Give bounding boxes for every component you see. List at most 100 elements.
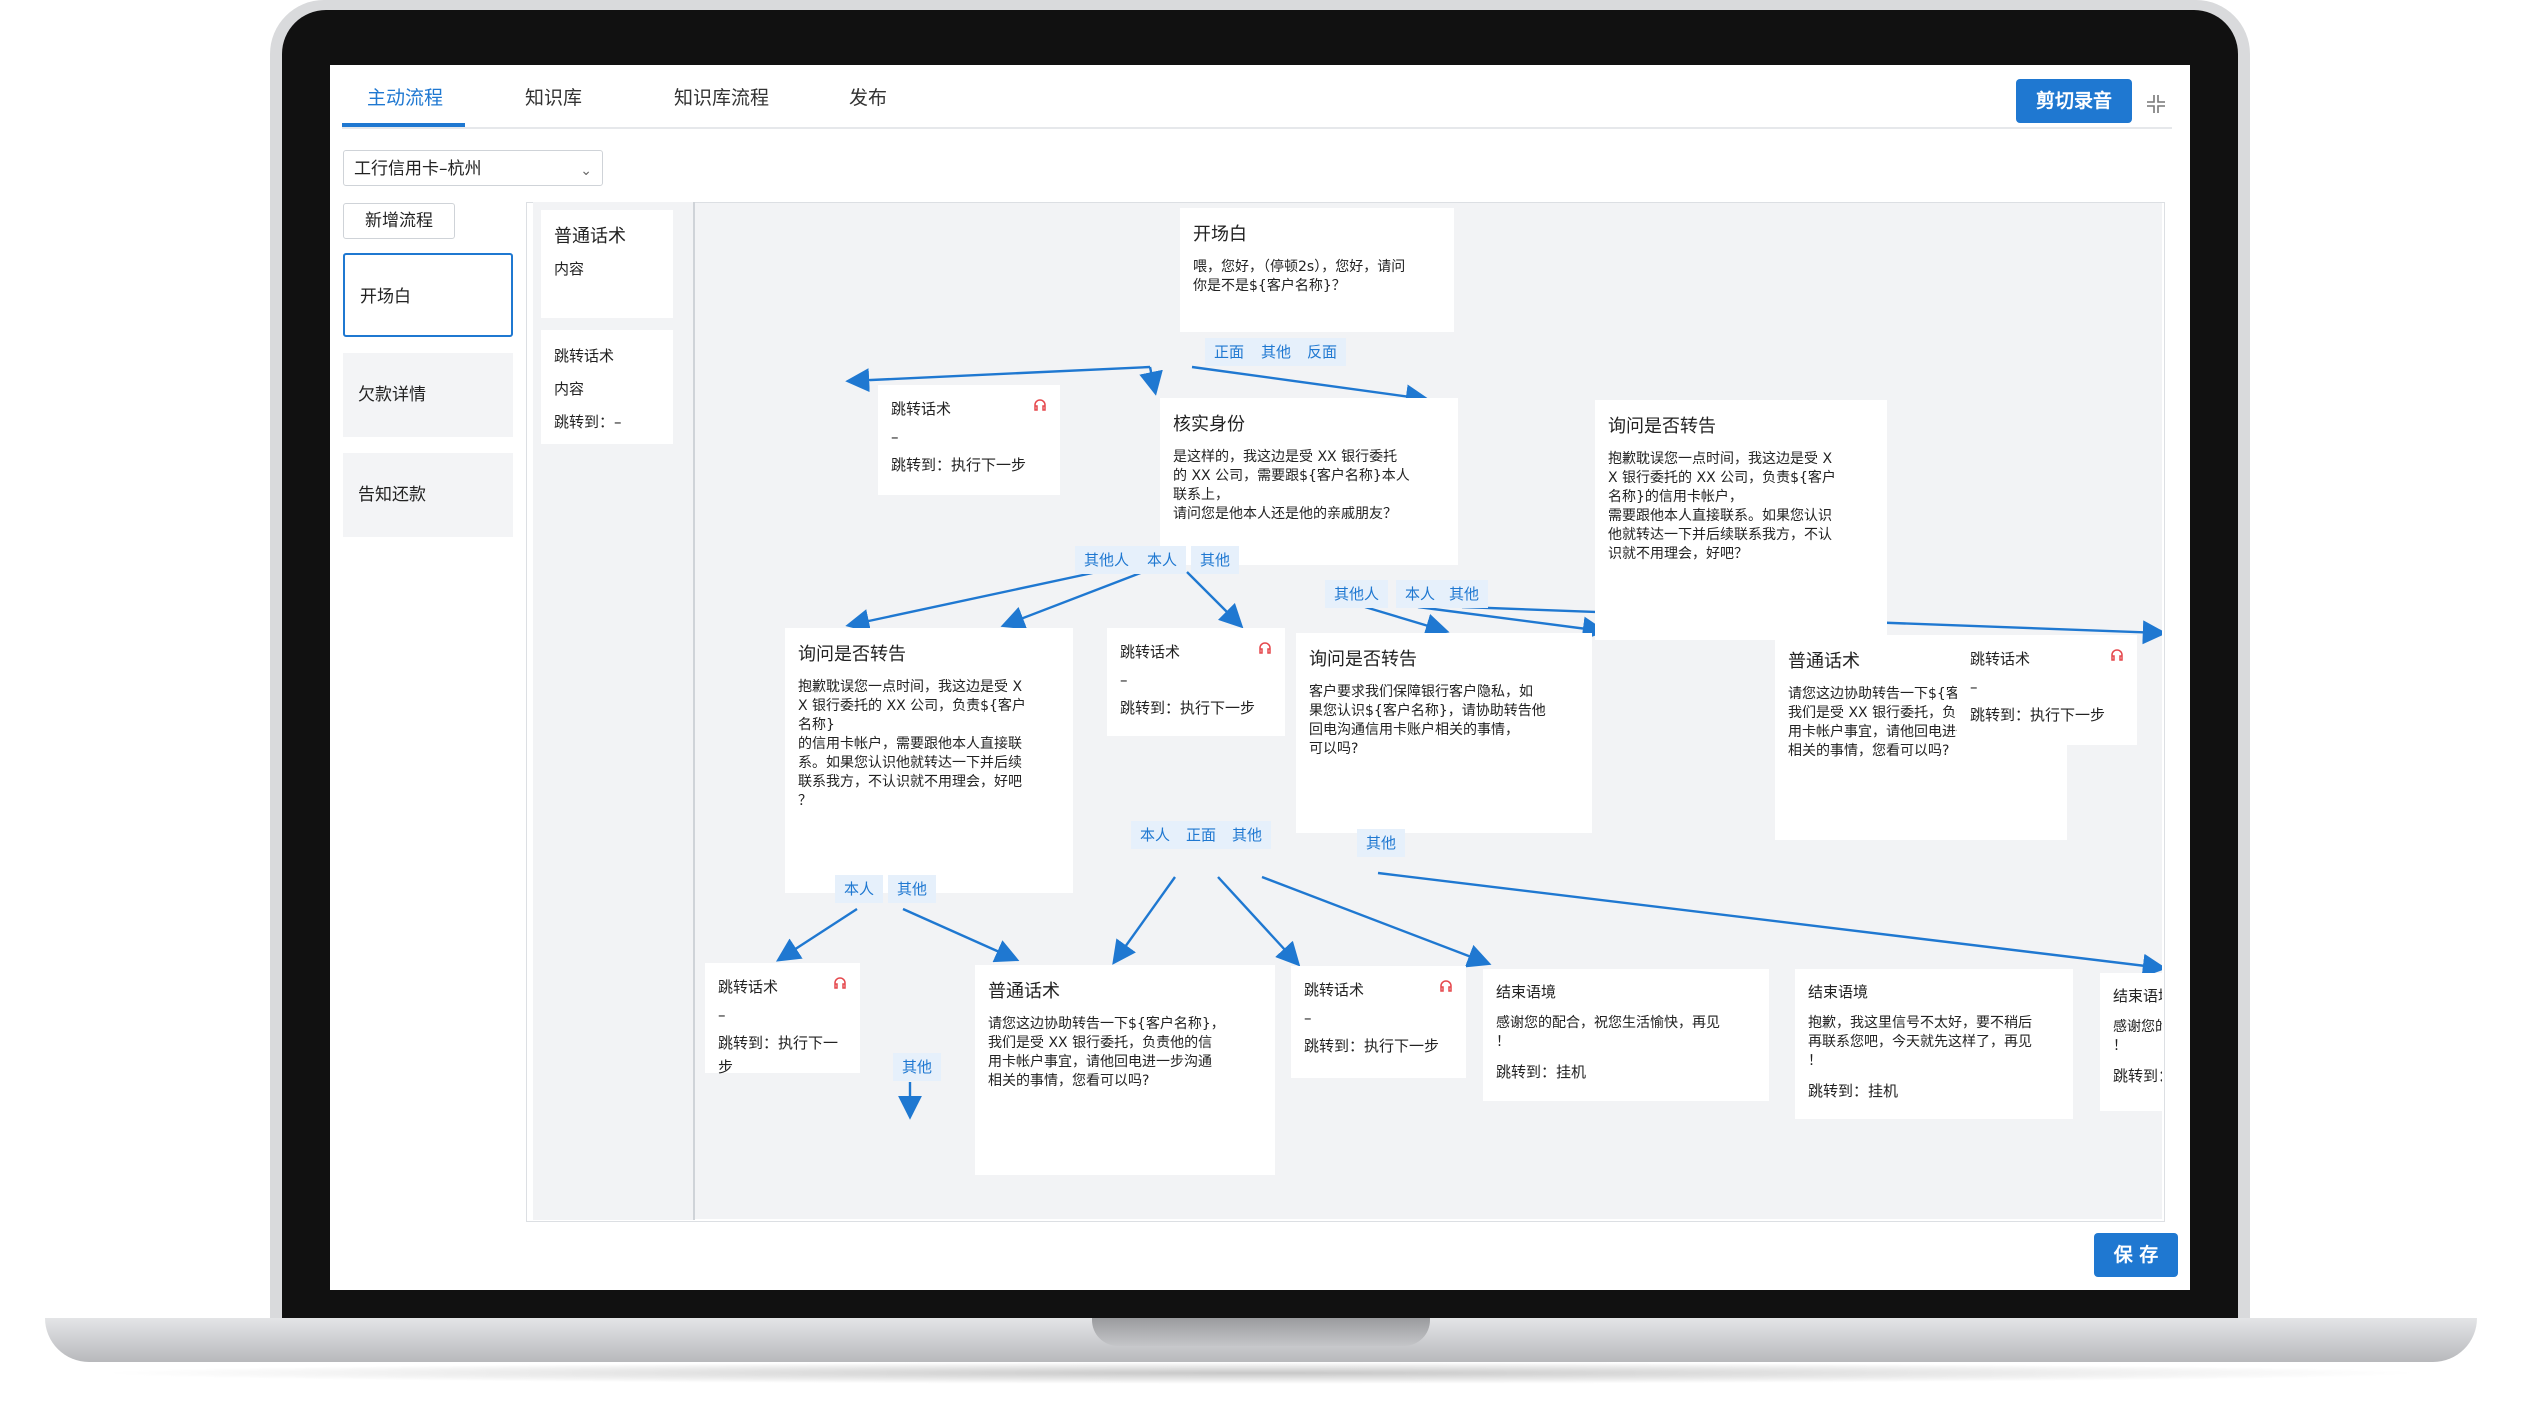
branch-chip[interactable]: 其他	[1357, 829, 1406, 857]
node-title: 结束语境	[1808, 983, 1869, 1001]
edge	[1000, 570, 1144, 630]
node-jump-1[interactable]: 跳转话术 – 跳转到：执行下一步	[878, 385, 1060, 495]
node-title: 跳转话术	[1304, 981, 1365, 999]
branch-chip[interactable]: 其他	[1440, 580, 1489, 608]
branch-chip[interactable]: 正面	[1205, 338, 1254, 366]
node-jump-4[interactable]: 跳转话术 – 跳转到：执行下一步	[705, 963, 860, 1076]
node-body: –	[718, 1006, 726, 1024]
project-select[interactable]: 工行信用卡–杭州 ⌄	[343, 150, 603, 186]
sidebar-item-opening[interactable]: 开场白	[343, 253, 513, 337]
node-target: 跳转到：挂机	[1496, 1063, 1587, 1081]
add-flow-button[interactable]: 新增流程	[343, 203, 455, 239]
node-palette: 普通话术 内容 跳转话术 内容 跳转到：–	[533, 202, 695, 1220]
palette-jump-target: 跳转到：–	[554, 413, 622, 431]
project-select-value: 工行信用卡–杭州	[354, 159, 482, 179]
node-normal-left[interactable]: 普通话术 请您这边协助转告一下${客户名称}， 我们是受 XX 银行委托，负责他…	[975, 965, 1275, 1175]
laptop-shadow	[90, 1362, 2432, 1384]
branch-chip[interactable]: 反面	[1298, 338, 1347, 366]
branch-chip[interactable]: 本人	[835, 875, 884, 903]
node-target: 跳转到：执行下一步	[1120, 699, 1256, 717]
node-target: 跳转到：执行下一步	[718, 1034, 839, 1076]
node-jump-5[interactable]: 跳转话术 – 跳转到：执行下一步	[1291, 966, 1466, 1078]
node-jump-3[interactable]: 跳转话术 – 跳转到：执行下一步	[1957, 635, 2137, 745]
sidebar-item-debt-detail[interactable]: 欠款详情	[343, 353, 513, 437]
sidebar-item-repay-notice[interactable]: 告知还款	[343, 453, 513, 537]
node-body: 是这样的，我这边是受 XX 银行委托 的 XX 公司，需要跟${客户名称}本人 …	[1173, 449, 1410, 522]
node-target: 跳转到：挂机	[2113, 1067, 2162, 1085]
flow-canvas[interactable]: 开场白 喂，您好，（停顿2s），您好，请问 你是不是${客户名称}？ 正面 其他…	[695, 203, 2162, 1219]
clip-recording-button[interactable]: 剪切录音	[2016, 79, 2132, 123]
node-title: 跳转话术	[1120, 643, 1181, 661]
edge	[1364, 605, 1450, 637]
palette-normal-card[interactable]: 普通话术 内容	[541, 210, 673, 318]
node-body: 客户要求我们保障银行客户隐私，如 果您认识${客户名称}，请协助转告他 回电沟通…	[1309, 684, 1546, 757]
node-end-3[interactable]: 结束语境 感谢您的配合，祝 ！ 跳转到：挂机	[2100, 973, 2162, 1111]
edge	[1139, 366, 1163, 396]
edge	[1112, 876, 1176, 965]
branch-chip[interactable]: 其他	[1223, 821, 1272, 849]
palette-normal-content: 内容	[554, 260, 585, 278]
node-body: 感谢您的配合，祝 ！	[2113, 1019, 2162, 1054]
edge	[845, 365, 1151, 393]
node-ask-relay-right[interactable]: 询问是否转告 抱歉耽误您一点时间，我这边是受 X X 银行委托的 XX 公司，负…	[1595, 400, 1887, 640]
branch-chip[interactable]: 其他	[1252, 338, 1301, 366]
node-body: 抱歉耽误您一点时间，我这边是受 X X 银行委托的 XX 公司，负责${客户 名…	[1608, 451, 1836, 562]
headset-icon[interactable]	[1438, 978, 1454, 994]
node-target: 跳转到：执行下一步	[891, 456, 1027, 474]
node-body: –	[1970, 678, 1978, 696]
node-title: 跳转话术	[1970, 650, 2031, 668]
branch-chip[interactable]: 本人	[1131, 821, 1180, 849]
tab-active-flow[interactable]: 主动流程	[367, 83, 443, 110]
branch-chip[interactable]: 其他	[888, 875, 937, 903]
branch-chip[interactable]: 其他人	[1075, 546, 1139, 574]
edge	[1261, 875, 1492, 968]
palette-jump-content: 内容	[554, 380, 585, 398]
tab-knowledge-base[interactable]: 知识库	[525, 83, 582, 110]
node-title: 跳转话术	[718, 978, 779, 996]
node-ask-relay-mid[interactable]: 询问是否转告 客户要求我们保障银行客户隐私，如 果您认识${客户名称}，请协助转…	[1296, 633, 1592, 833]
branch-chip[interactable]: 本人	[1138, 546, 1187, 574]
node-body: –	[1120, 671, 1128, 689]
node-end-2[interactable]: 结束语境 抱歉，我这里信号不太好，要不稍后 再联系您吧，今天就先这样了，再见 ！…	[1795, 969, 2073, 1119]
edge	[1377, 871, 2162, 978]
branch-chip[interactable]: 本人	[1396, 580, 1445, 608]
branch-chip[interactable]: 其他	[893, 1053, 942, 1081]
node-target: 跳转到：执行下一步	[1304, 1037, 1440, 1055]
collapse-icon[interactable]	[2145, 93, 2167, 115]
palette-jump-card[interactable]: 跳转话术 内容 跳转到：–	[541, 330, 673, 444]
node-jump-2[interactable]: 跳转话术 – 跳转到：执行下一步	[1107, 628, 1285, 736]
node-title: 跳转话术	[891, 400, 952, 418]
node-title: 询问是否转告	[1309, 649, 1417, 670]
headset-icon[interactable]	[1032, 397, 1048, 413]
node-body: 喂，您好，（停顿2s），您好，请问 你是不是${客户名称}？	[1193, 259, 1406, 294]
node-title: 普通话术	[988, 981, 1060, 1002]
node-end-1[interactable]: 结束语境 感谢您的配合，祝您生活愉快，再见 ！ 跳转到：挂机	[1483, 969, 1769, 1101]
edge	[1191, 365, 1430, 409]
laptop-notch	[1092, 1318, 1430, 1346]
tab-bar: 主动流程 知识库 知识库流程 发布	[342, 65, 2172, 129]
app-screen: 主动流程 知识库 知识库流程 发布 剪切录音 工行信用卡–杭州 ⌄ 新增流程 开…	[330, 65, 2190, 1290]
branch-chip[interactable]: 其他	[1191, 546, 1240, 574]
chevron-down-icon: ⌄	[580, 163, 592, 179]
node-body: 感谢您的配合，祝您生活愉快，再见 ！	[1496, 1015, 1720, 1050]
node-verify[interactable]: 核实身份 是这样的，我这边是受 XX 银行委托 的 XX 公司，需要跟${客户名…	[1160, 398, 1458, 565]
headset-icon[interactable]	[1257, 640, 1273, 656]
edge	[775, 907, 858, 962]
node-title: 结束语境	[2113, 987, 2162, 1005]
node-target: 跳转到：挂机	[1808, 1082, 1899, 1100]
node-title: 询问是否转告	[798, 644, 906, 665]
node-title: 询问是否转告	[1608, 416, 1716, 437]
branch-chip[interactable]: 其他人	[1325, 580, 1389, 608]
headset-icon[interactable]	[832, 975, 848, 991]
palette-jump-title: 跳转话术	[554, 347, 615, 365]
save-button[interactable]: 保 存	[2094, 1233, 2178, 1277]
node-opening[interactable]: 开场白 喂，您好，（停顿2s），您好，请问 你是不是${客户名称}？	[1180, 208, 1454, 332]
node-target: 跳转到：执行下一步	[1970, 706, 2106, 724]
node-title: 结束语境	[1496, 983, 1557, 1001]
edge	[1217, 876, 1301, 967]
node-ask-relay-left[interactable]: 询问是否转告 抱歉耽误您一点时间，我这边是受 X X 银行委托的 XX 公司，负…	[785, 628, 1073, 893]
headset-icon[interactable]	[2109, 647, 2125, 663]
tab-publish[interactable]: 发布	[849, 83, 887, 110]
branch-chip[interactable]: 正面	[1177, 821, 1226, 849]
tab-knowledge-flow[interactable]: 知识库流程	[674, 83, 769, 110]
